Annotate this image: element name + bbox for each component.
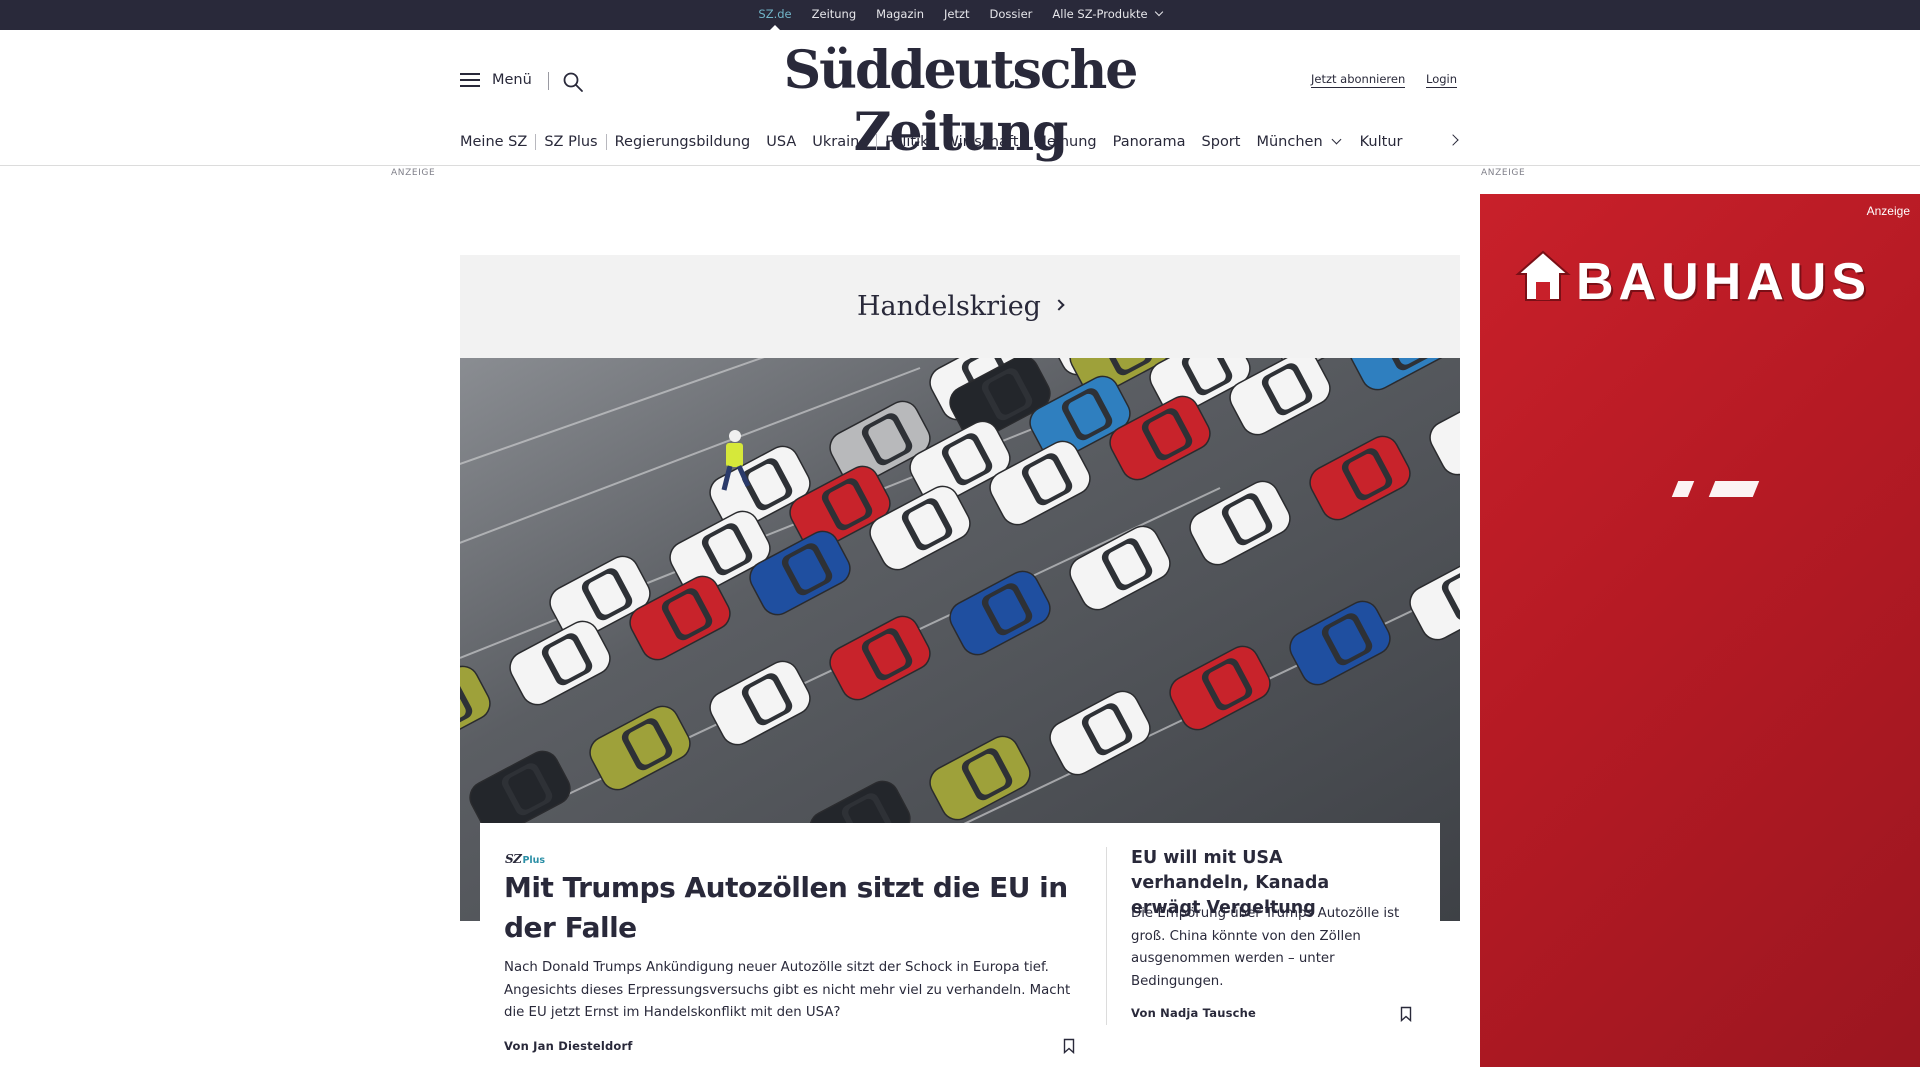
header-divider (548, 72, 549, 90)
topbar-link-jetzt[interactable]: Jetzt (934, 0, 980, 30)
ad-graphic-mark (1671, 481, 1695, 497)
topbar-link-magazin[interactable]: Magazin (866, 0, 934, 30)
menu-button[interactable]: Menü (460, 72, 532, 88)
nav-item-usa[interactable]: USA (766, 134, 796, 150)
sz-plus-badge-sz: SZ (505, 852, 522, 866)
sz-plus-badge: SZ Plus (505, 852, 545, 866)
ad-label-left: ANZEIGE (391, 168, 436, 178)
main-navigation: Meine SZ SZ Plus Regierungsbildung USA U… (460, 130, 1402, 154)
lead-author: Von Jan Diesteldorf (504, 1039, 633, 1053)
side-author: Von Nadja Tausche (1131, 1006, 1257, 1020)
ad-brand-wordmark: BAUHAUS (1576, 253, 1871, 311)
ad-tag: Anzeige (1866, 204, 1910, 218)
chevron-down-icon (1154, 7, 1163, 17)
nav-scroll-right-icon[interactable] (1448, 134, 1460, 146)
nav-item-wirtschaft[interactable]: Wirtschaft (945, 134, 1019, 150)
nav-divider (535, 134, 537, 150)
ad-label-right: ANZEIGE (1481, 168, 1526, 178)
top-service-links: SZ.de Zeitung Magazin Jetzt Dossier Alle… (0, 0, 1920, 31)
nav-item-sz-plus[interactable]: SZ Plus (544, 134, 597, 150)
nav-divider (876, 134, 878, 150)
bauhaus-logo-icon (1515, 250, 1571, 301)
nav-item-ukraine[interactable]: Ukraine (812, 134, 868, 150)
chevron-down-icon (1331, 134, 1342, 144)
site-header: Menü Süddeutsche Zeitung Jetzt abonniere… (0, 30, 1920, 166)
teaser-divider (1106, 847, 1107, 1025)
nav-item-meine-sz[interactable]: Meine SZ (460, 134, 527, 150)
topbar-link-all-products[interactable]: Alle SZ-Produkte (1042, 0, 1171, 30)
topbar-link-zeitung[interactable]: Zeitung (802, 0, 867, 30)
bookmark-icon[interactable] (1400, 1006, 1412, 1022)
nav-item-muenchen[interactable]: München (1256, 134, 1342, 150)
topbar-link-sz-de[interactable]: SZ.de (748, 0, 801, 31)
topic-header-handelskrieg[interactable]: Handelskrieg (460, 255, 1460, 358)
login-link[interactable]: Login (1426, 72, 1458, 88)
nav-item-panorama[interactable]: Panorama (1113, 134, 1186, 150)
nav-item-meinung[interactable]: Meinung (1034, 134, 1096, 150)
search-icon[interactable] (562, 71, 584, 93)
side-teaser-text: Die Empörung über Trumps Autozölle ist g… (1131, 906, 1400, 989)
top-service-bar: SZ.de Zeitung Magazin Jetzt Dossier Alle… (0, 0, 1920, 31)
topic-title: Handelskrieg (857, 291, 1041, 322)
nav-muenchen-label: München (1256, 134, 1323, 150)
nav-divider (605, 134, 607, 150)
lead-headline[interactable]: Mit Trumps Autozöllen sitzt die EU in de… (504, 868, 1084, 948)
ad-graphic-mark (1708, 481, 1760, 497)
chevron-right-icon (1053, 298, 1065, 311)
topbar-all-products-label: Alle SZ-Produkte (1052, 7, 1148, 21)
lead-teaser-text: Nach Donald Trumps Ankündigung neuer Aut… (504, 960, 1071, 1020)
subscribe-link[interactable]: Jetzt abonnieren (1311, 72, 1406, 88)
hamburger-icon (460, 72, 480, 88)
topbar-link-dossier[interactable]: Dossier (980, 0, 1043, 30)
nav-item-kultur[interactable]: Kultur (1360, 134, 1403, 150)
bookmark-icon[interactable] (1063, 1038, 1075, 1054)
nav-item-regierungsbildung[interactable]: Regierungsbildung (615, 134, 751, 150)
sz-plus-badge-plus: Plus (522, 855, 546, 866)
nav-item-politik[interactable]: Politik (885, 134, 928, 150)
nav-item-sport[interactable]: Sport (1202, 134, 1241, 150)
menu-label: Menü (492, 72, 532, 88)
bauhaus-banner-ad[interactable]: Anzeige BAUHAUS (1480, 194, 1920, 1067)
